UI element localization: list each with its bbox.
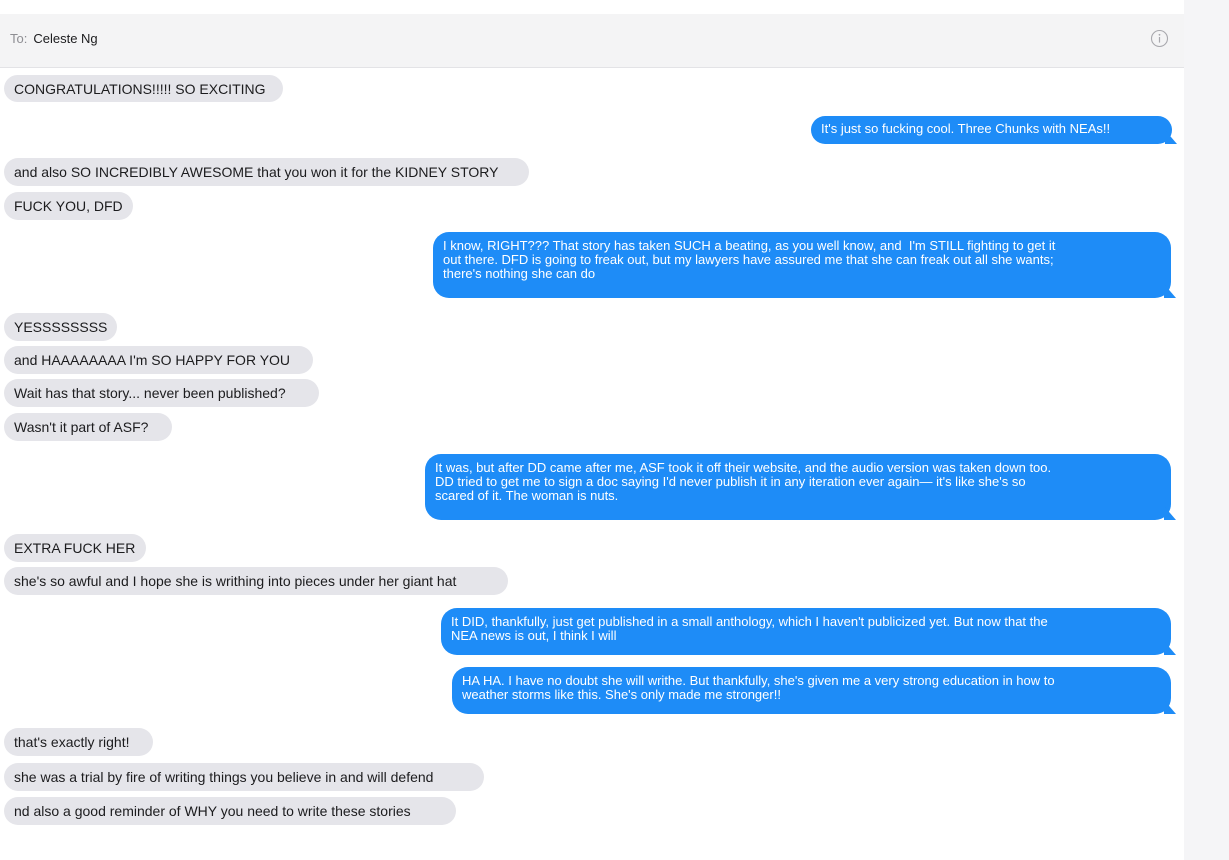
recipient-row[interactable]: To: Celeste Ng — [10, 31, 98, 46]
message-bubble-sent[interactable]: HA HA. I have no doubt she will writhe. … — [452, 667, 1171, 714]
to-label: To: — [10, 31, 28, 46]
window-edge — [1184, 0, 1229, 860]
message-bubble-received[interactable]: FUCK YOU, DFD — [4, 192, 133, 220]
message-bubble-received[interactable]: Wasn't it part of ASF? — [4, 413, 172, 441]
message-bubble-received[interactable]: EXTRA FUCK HER — [4, 534, 146, 562]
recipient-name[interactable]: Celeste Ng — [33, 31, 97, 46]
message-bubble-sent[interactable]: I know, RIGHT??? That story has taken SU… — [433, 232, 1171, 298]
message-bubble-received[interactable]: she's so awful and I hope she is writhin… — [4, 567, 508, 595]
conversation-header: To: Celeste Ng — [0, 14, 1184, 68]
message-bubble-received[interactable]: that's exactly right! — [4, 728, 153, 756]
message-bubble-sent[interactable]: It was, but after DD came after me, ASF … — [425, 454, 1171, 520]
message-bubble-received[interactable]: nd also a good reminder of WHY you need … — [4, 797, 456, 825]
messages-window: CONGRATULATIONS!!!!! SO EXCITING It's ju… — [0, 14, 1184, 860]
info-icon[interactable] — [1150, 29, 1169, 48]
message-bubble-received[interactable]: YESSSSSSSS — [4, 313, 117, 341]
message-bubble-received[interactable]: and HAAAAAAAA I'm SO HAPPY FOR YOU — [4, 346, 313, 374]
message-bubble-received[interactable]: Wait has that story... never been publis… — [4, 379, 319, 407]
message-bubble-received[interactable]: CONGRATULATIONS!!!!! SO EXCITING — [4, 75, 283, 102]
message-bubble-sent[interactable]: It's just so fucking cool. Three Chunks … — [811, 116, 1172, 144]
message-thread[interactable]: CONGRATULATIONS!!!!! SO EXCITING It's ju… — [0, 14, 1184, 860]
message-bubble-received[interactable]: and also SO INCREDIBLY AWESOME that you … — [4, 158, 529, 186]
message-bubble-sent[interactable]: It DID, thankfully, just get published i… — [441, 608, 1171, 655]
message-bubble-received[interactable]: she was a trial by fire of writing thing… — [4, 763, 484, 791]
